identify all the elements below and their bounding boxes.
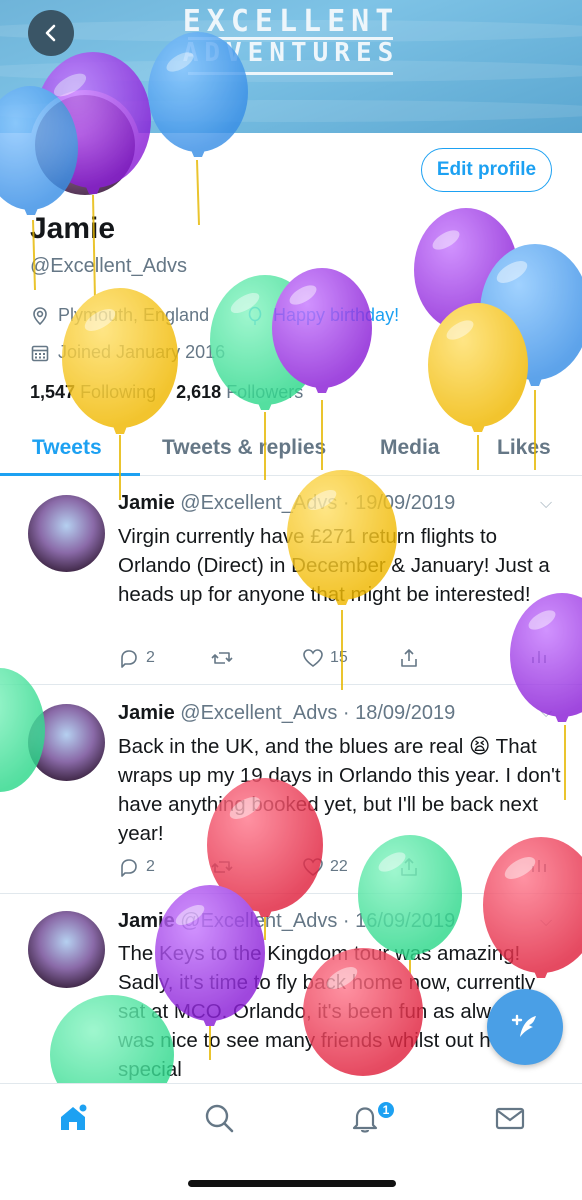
tweet-author-handle: @Excellent_Advs: [180, 702, 338, 724]
tab-tweets[interactable]: Tweets: [32, 436, 102, 460]
tweet-date: · 18/09/2019: [342, 702, 456, 724]
notification-badge: 1: [376, 1100, 396, 1120]
like-count: 15: [330, 649, 348, 666]
tweet-author-name: Jamie: [118, 910, 175, 932]
reply-button[interactable]: 2: [118, 647, 155, 669]
home-indicator[interactable]: [188, 1180, 396, 1187]
back-button[interactable]: [28, 10, 74, 56]
tweet-text: Back in the UK, and the blues are real 😫…: [118, 735, 561, 845]
share-button[interactable]: [398, 647, 420, 669]
tweet-author-name: Jamie: [118, 492, 175, 514]
following-count: 1,547: [30, 382, 76, 402]
banner-title-line2: ADVENTURES: [182, 38, 400, 68]
analytics-icon: [532, 860, 546, 872]
home-icon: [61, 1104, 87, 1130]
profile-joined: Joined January 2016: [30, 342, 225, 363]
reply-icon: [121, 859, 137, 877]
tweet-date: · 16/09/2019: [342, 910, 456, 932]
profile-avatar[interactable]: [30, 90, 140, 200]
nav-search[interactable]: [203, 1102, 235, 1139]
tweet-author-handle: @Excellent_Advs: [180, 492, 338, 514]
retweet-button[interactable]: [210, 856, 234, 878]
following-label: Following: [80, 382, 157, 402]
tweet-avatar[interactable]: [28, 911, 105, 988]
chevron-down-icon[interactable]: ⌵: [540, 913, 552, 931]
profile-birthday: Happy birthday!: [245, 305, 399, 326]
joined-text: Joined January 2016: [58, 342, 226, 362]
like-button[interactable]: 22: [302, 856, 348, 878]
reply-button[interactable]: 2: [118, 856, 155, 878]
nav-home[interactable]: [57, 1102, 89, 1139]
tweet-item[interactable]: Jamie @Excellent_Advs · 19/09/2019 ⌵ Vir…: [0, 477, 582, 685]
tweet-item[interactable]: Jamie @Excellent_Advs · 16/09/2019 ⌵ The…: [0, 895, 582, 1085]
following-link[interactable]: 1,547 Following: [30, 382, 156, 402]
heart-icon: [303, 858, 323, 876]
tab-likes[interactable]: Likes: [497, 436, 551, 460]
edit-profile-button[interactable]: Edit profile: [421, 148, 552, 192]
followers-link[interactable]: 2,618 Followers: [176, 382, 303, 402]
tweet-date: · 19/09/2019: [342, 492, 456, 514]
like-count: 22: [330, 858, 348, 875]
location-text: Plymouth, England: [58, 305, 210, 325]
reply-count: 2: [146, 649, 155, 666]
profile-location: Plymouth, England: [30, 305, 209, 326]
profile-handle: @Excellent_Advs: [30, 255, 188, 277]
active-tab-indicator: [0, 473, 140, 476]
analytics-button[interactable]: [530, 647, 548, 665]
search-icon: [205, 1104, 234, 1133]
share-icon: [401, 649, 417, 667]
retweet-icon: [211, 652, 233, 664]
balloon-purple: [414, 208, 518, 337]
profile-tabs: Tweets Tweets & replies Media Likes: [0, 428, 582, 476]
mail-icon: [495, 1107, 525, 1130]
banner-divider: [188, 72, 393, 75]
tweet-header: Jamie @Excellent_Advs · 16/09/2019: [118, 910, 455, 933]
balloon-yellow: [428, 303, 528, 432]
banner-title-line1: EXCELLENT: [182, 4, 400, 39]
balloon-purple: [272, 268, 372, 393]
share-button[interactable]: [398, 856, 420, 878]
compose-tweet-button[interactable]: [487, 989, 563, 1065]
calendar-icon: [31, 345, 49, 361]
tab-media[interactable]: Media: [380, 436, 440, 460]
heart-icon: [303, 649, 323, 667]
followers-label: Followers: [226, 382, 304, 402]
follow-stats: 1,547 Following 2,618 Followers: [30, 382, 303, 403]
chevron-left-icon: [45, 24, 56, 42]
balloon-blue: [480, 244, 582, 386]
tweet-author-handle: @Excellent_Advs: [180, 910, 338, 932]
tweet-item[interactable]: Jamie @Excellent_Advs · 18/09/2019 ⌵ Bac…: [0, 686, 582, 894]
tweet-text: Virgin currently have £271 return flight…: [118, 525, 550, 606]
chevron-down-icon[interactable]: ⌵: [540, 495, 552, 513]
tweet-author-name: Jamie: [118, 702, 175, 724]
retweet-icon: [211, 861, 233, 873]
profile-name: Jamie: [30, 212, 116, 245]
birthday-text[interactable]: Happy birthday!: [273, 305, 399, 326]
tweet-avatar[interactable]: [28, 495, 105, 572]
reply-count: 2: [146, 858, 155, 875]
balloon-icon: [248, 306, 262, 325]
like-button[interactable]: 15: [302, 647, 348, 669]
tweet-header: Jamie @Excellent_Advs · 19/09/2019: [118, 492, 455, 515]
feather-plus-icon: [511, 1014, 536, 1037]
chevron-down-icon[interactable]: ⌵: [540, 704, 552, 722]
retweet-button[interactable]: [210, 647, 234, 669]
location-pin-icon: [33, 306, 47, 325]
nav-messages[interactable]: [494, 1102, 526, 1139]
share-icon: [401, 858, 417, 876]
analytics-button[interactable]: [530, 856, 548, 874]
followers-count: 2,618: [176, 382, 222, 402]
analytics-icon: [532, 651, 546, 663]
tweet-avatar[interactable]: [28, 704, 105, 781]
reply-icon: [121, 650, 137, 668]
tab-tweets-replies[interactable]: Tweets & replies: [162, 436, 326, 460]
tweet-header: Jamie @Excellent_Advs · 18/09/2019: [118, 702, 455, 725]
